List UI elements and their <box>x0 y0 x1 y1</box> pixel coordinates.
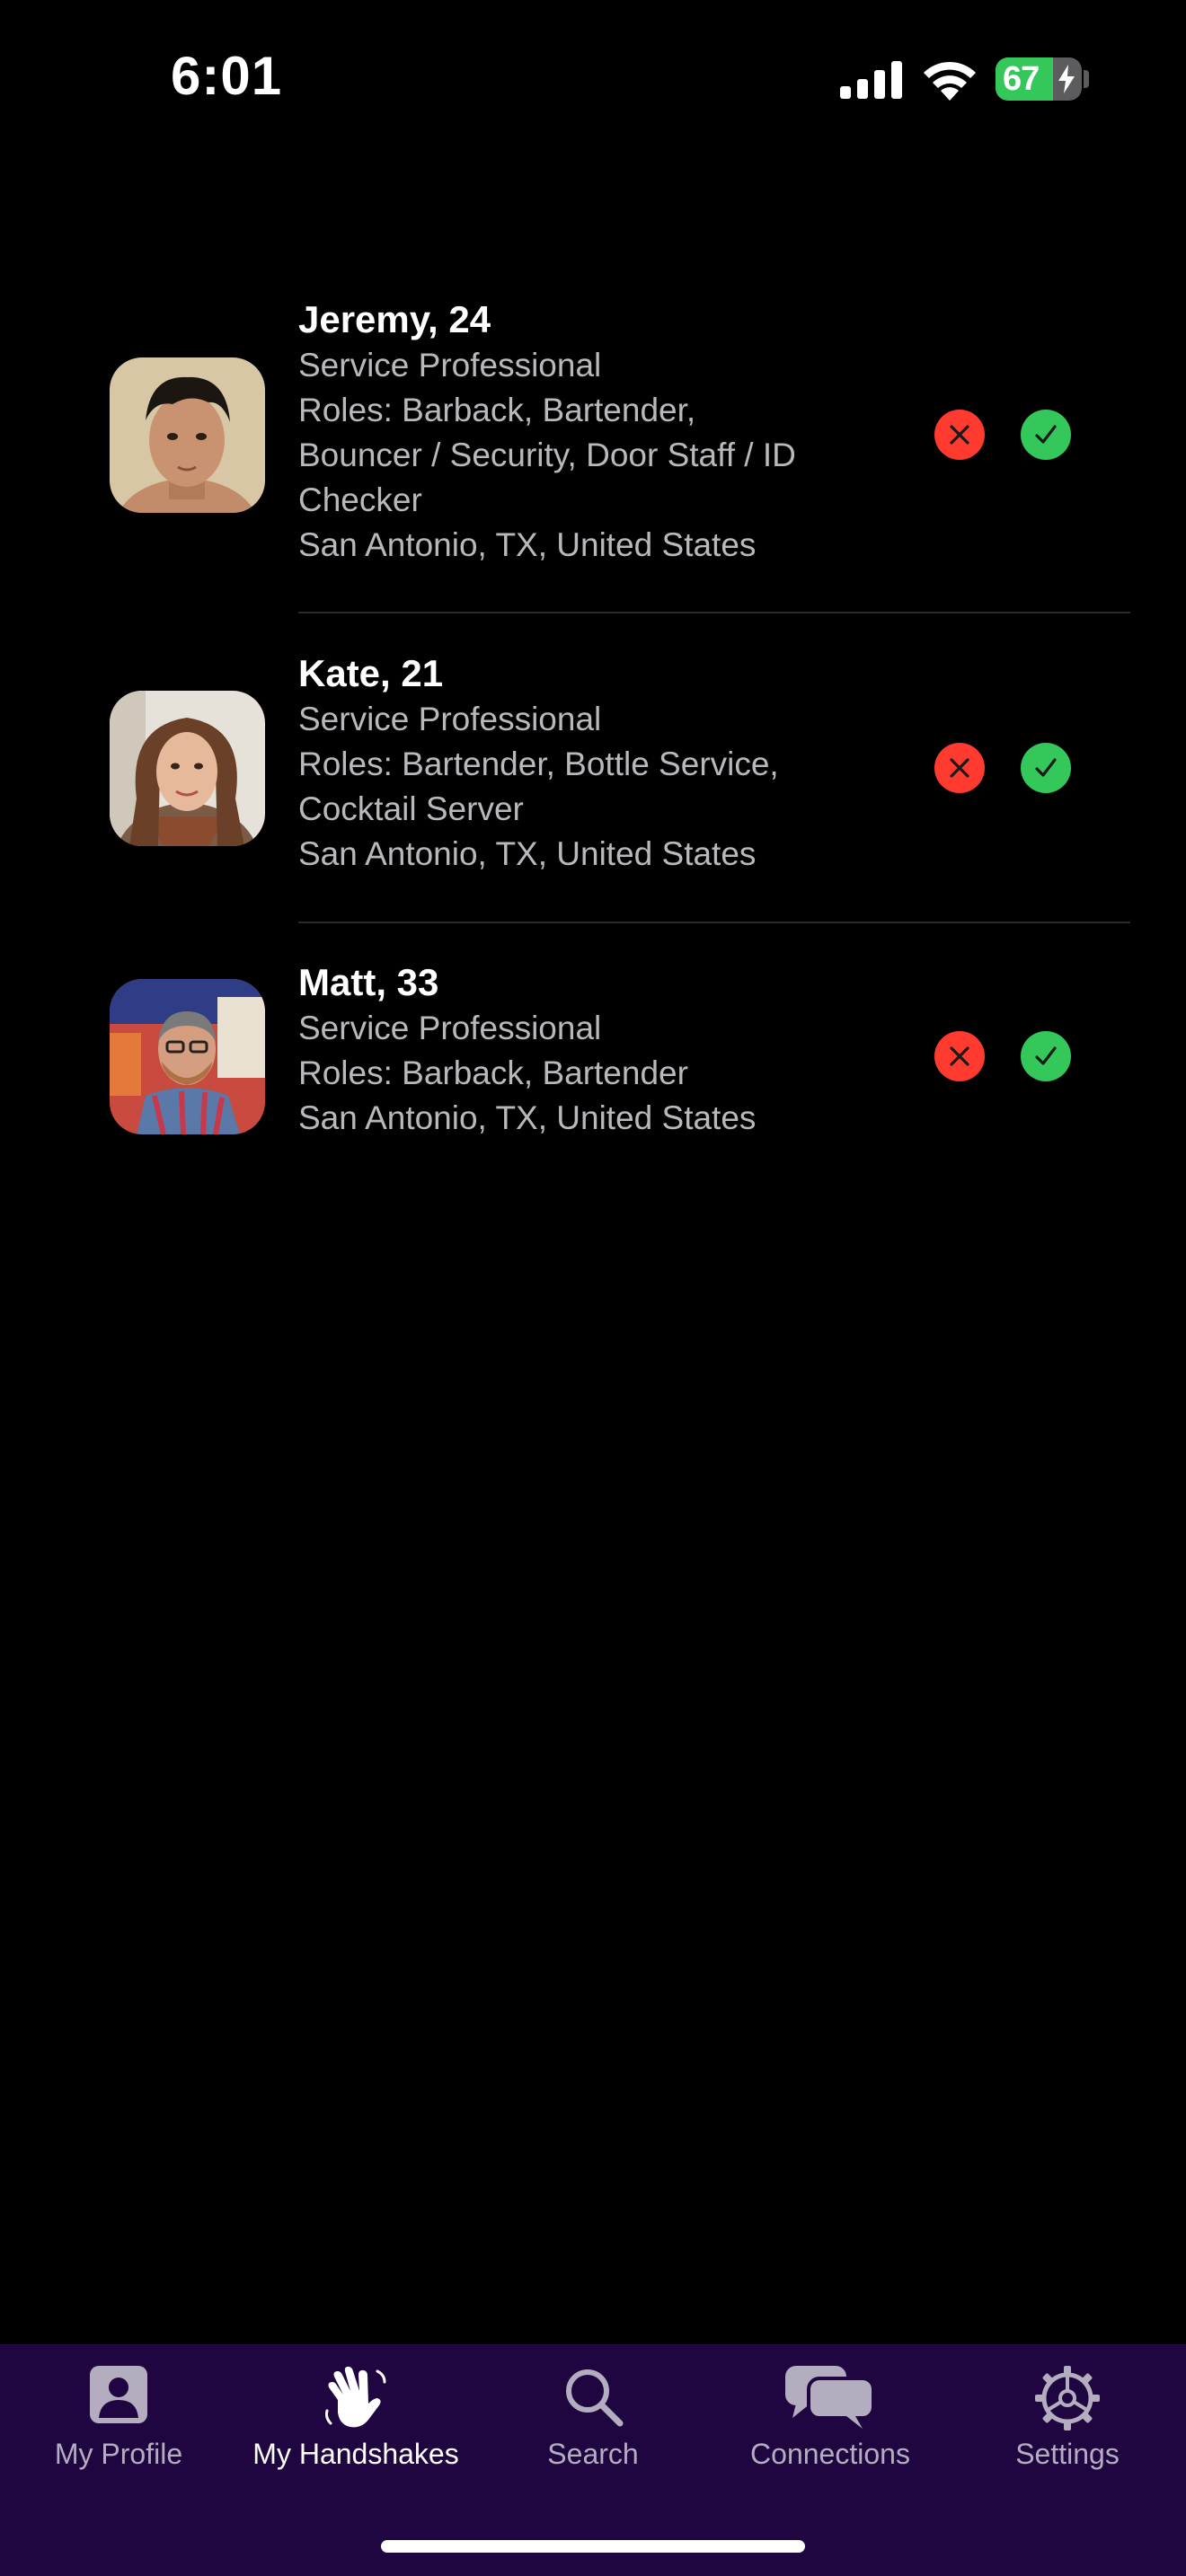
avatar[interactable] <box>110 691 265 846</box>
tab-my-profile[interactable]: My Profile <box>0 2344 237 2497</box>
close-icon <box>950 758 969 778</box>
chat-bubbles-icon <box>785 2366 875 2429</box>
close-icon <box>950 425 969 445</box>
handshake-name: Jeremy, 24 <box>298 298 491 340</box>
accept-button[interactable] <box>1021 743 1071 793</box>
checkmark-icon <box>1035 425 1057 444</box>
tab-search[interactable]: Search <box>474 2344 712 2497</box>
tab-label: My Handshakes <box>252 2438 459 2470</box>
status-bar: 6:01 67 <box>0 0 1186 162</box>
gear-icon <box>1035 2366 1100 2430</box>
handshake-roles: Checker <box>298 481 422 518</box>
reject-button[interactable] <box>934 743 985 793</box>
person-icon <box>90 2366 147 2423</box>
handshake-name: Matt, 33 <box>298 961 439 1003</box>
handshake-roles: Bouncer / Security, Door Staff / ID <box>298 437 796 473</box>
tab-label: Settings <box>1015 2438 1120 2470</box>
avatar[interactable] <box>110 357 265 513</box>
handshake-roles: Roles: Bartender, Bottle Service, <box>298 745 779 782</box>
handshakes-screen: 6:01 67 Jeremy, 24 Service Professional … <box>0 0 1186 2576</box>
handshake-info: Jeremy, 24 Service Professional Roles: B… <box>298 296 891 568</box>
accept-button[interactable] <box>1021 410 1071 460</box>
handshake-type: Service Professional <box>298 347 602 384</box>
battery-cap <box>1084 70 1089 88</box>
close-icon <box>950 1046 969 1066</box>
tab-label: My Profile <box>54 2438 183 2470</box>
list-item[interactable]: Jeremy, 24 Service Professional Roles: B… <box>0 296 1186 613</box>
battery-icon: 67 <box>996 57 1082 101</box>
handshake-location: San Antonio, TX, United States <box>298 526 757 563</box>
handshake-roles: Roles: Barback, Bartender <box>298 1054 688 1091</box>
bolt-icon <box>1058 65 1075 93</box>
tab-label: Connections <box>750 2438 910 2470</box>
tab-settings[interactable]: Settings <box>949 2344 1186 2497</box>
handshake-info: Matt, 33 Service Professional Roles: Bar… <box>298 959 891 1141</box>
hand-wave-icon <box>325 2366 386 2428</box>
wifi-icon <box>924 61 976 101</box>
handshake-location: San Antonio, TX, United States <box>298 835 757 872</box>
checkmark-icon <box>1035 758 1057 777</box>
handshake-name: Kate, 21 <box>298 652 444 694</box>
battery-level: 67 <box>1003 60 1040 98</box>
divider <box>298 612 1130 613</box>
handshake-location: San Antonio, TX, United States <box>298 1099 757 1136</box>
handshake-type: Service Professional <box>298 1010 602 1046</box>
handshake-info: Kate, 21 Service Professional Roles: Bar… <box>298 650 891 877</box>
home-indicator[interactable] <box>381 2540 805 2553</box>
handshake-roles: Roles: Barback, Bartender, <box>298 392 696 428</box>
handshake-type: Service Professional <box>298 701 602 737</box>
reject-button[interactable] <box>934 410 985 460</box>
tab-my-handshakes[interactable]: My Handshakes <box>237 2344 474 2497</box>
avatar[interactable] <box>110 979 265 1134</box>
signal-icon <box>840 61 902 99</box>
search-icon <box>566 2369 624 2427</box>
accept-button[interactable] <box>1021 1031 1071 1081</box>
divider <box>298 922 1130 923</box>
tab-label: Search <box>547 2438 639 2470</box>
handshake-roles: Cocktail Server <box>298 790 524 827</box>
checkmark-icon <box>1035 1046 1057 1065</box>
status-time: 6:01 <box>171 46 283 106</box>
reject-button[interactable] <box>934 1031 985 1081</box>
tab-connections[interactable]: Connections <box>712 2344 949 2497</box>
list-item[interactable]: Kate, 21 Service Professional Roles: Bar… <box>0 650 1186 922</box>
list-item[interactable]: Matt, 33 Service Professional Roles: Bar… <box>0 959 1186 1157</box>
